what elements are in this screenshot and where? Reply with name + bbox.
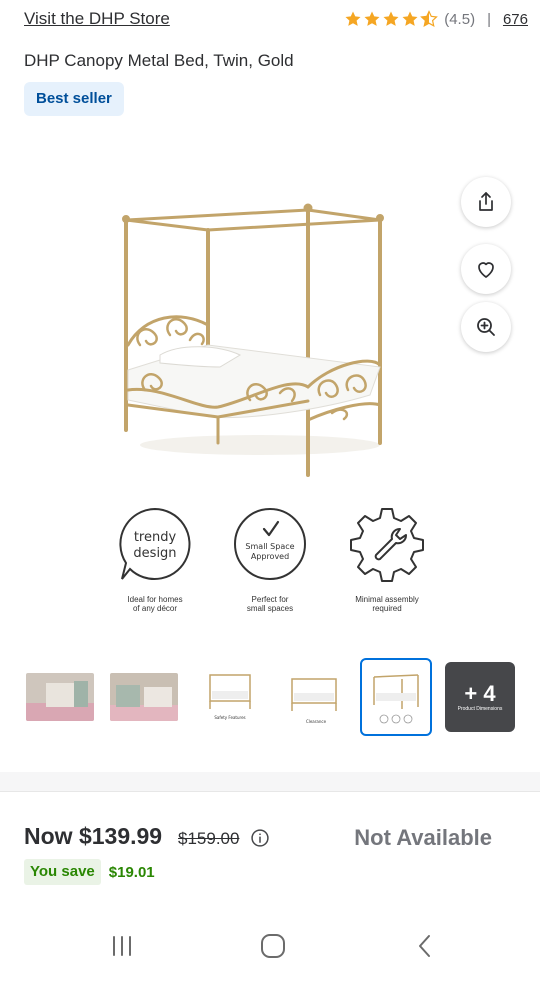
thumbnail-selected[interactable] bbox=[360, 658, 432, 736]
gear-wrench-icon bbox=[350, 508, 424, 582]
home-button[interactable] bbox=[258, 931, 288, 961]
zoom-in-icon bbox=[477, 318, 495, 336]
rating-value: (4.5) bbox=[444, 10, 476, 28]
favorite-button[interactable] bbox=[461, 244, 511, 294]
checkmark-badge-icon: Small Space Approved bbox=[234, 508, 306, 580]
feature-icon-text: Small Space bbox=[245, 542, 294, 551]
speech-bubble-icon: trendy design bbox=[119, 507, 191, 580]
thumbnail-image bbox=[26, 673, 94, 721]
thumbnail-caption: Clearance bbox=[306, 719, 327, 724]
feature-icons: trendy design Ideal for homes of any déco… bbox=[100, 505, 445, 620]
info-icon[interactable] bbox=[250, 828, 270, 848]
star-icon bbox=[364, 11, 380, 26]
thumbnail[interactable] bbox=[108, 658, 180, 736]
recent-apps-button[interactable] bbox=[107, 931, 137, 961]
feature-icon-text: design bbox=[133, 546, 176, 561]
star-half-icon bbox=[420, 10, 439, 27]
thumbnail-image: Safety Features bbox=[196, 667, 264, 727]
feature-small-space: Small Space Approved Perfect for small sp… bbox=[215, 505, 325, 613]
save-amount: $19.01 bbox=[108, 863, 155, 881]
rating-separator: | bbox=[487, 10, 491, 28]
star-icon bbox=[402, 11, 418, 26]
current-price: Now $139.99 bbox=[24, 823, 163, 849]
thumbnail[interactable] bbox=[24, 658, 96, 736]
was-price: $159.00 bbox=[178, 829, 240, 848]
star-icon bbox=[383, 11, 399, 26]
feature-caption: required bbox=[372, 604, 402, 613]
thumbnail-image bbox=[362, 667, 430, 727]
feature-caption: Minimal assembly bbox=[355, 595, 419, 604]
product-image[interactable] bbox=[100, 195, 400, 485]
star-icon bbox=[345, 11, 361, 26]
more-caption: Product Dimensions bbox=[457, 706, 503, 712]
back-icon bbox=[419, 935, 430, 957]
share-button[interactable] bbox=[461, 177, 511, 227]
top-row: Visit the DHP Store (4.5) | 676 bbox=[24, 8, 528, 32]
star-rating bbox=[344, 10, 439, 28]
back-button[interactable] bbox=[410, 931, 440, 961]
rating[interactable]: (4.5) | 676 bbox=[344, 8, 528, 30]
you-save-label: You save bbox=[24, 859, 101, 885]
review-count-link[interactable]: 676 bbox=[503, 11, 528, 28]
share-icon bbox=[479, 192, 493, 211]
feature-icon-text: trendy bbox=[134, 530, 177, 545]
thumbnail-image: Clearance bbox=[282, 667, 350, 727]
availability-status: Not Available bbox=[354, 825, 492, 850]
more-count: + 4 bbox=[464, 681, 496, 706]
price-row: Now $139.99 $159.00 Not Available bbox=[24, 823, 528, 855]
thumbnail-clearance[interactable]: Clearance bbox=[280, 658, 352, 736]
feature-icon-text: Approved bbox=[251, 552, 289, 561]
feature-minimal-assembly: Minimal assembly required bbox=[332, 505, 442, 613]
thumbnail-strip: Safety Features Clearance + 4 Product Di… bbox=[24, 658, 518, 738]
feature-caption: small spaces bbox=[246, 604, 294, 613]
best-seller-badge: Best seller bbox=[24, 82, 124, 116]
thumbnail-image bbox=[110, 673, 178, 721]
feature-caption: of any décor bbox=[132, 604, 178, 613]
thumbnail-caption: Safety Features bbox=[214, 715, 245, 720]
section-divider bbox=[0, 772, 540, 792]
more-thumbnails-button[interactable]: + 4 Product Dimensions bbox=[445, 662, 515, 732]
recent-apps-icon bbox=[113, 936, 131, 956]
feature-caption: Ideal for homes bbox=[127, 595, 183, 604]
feature-caption: Perfect for bbox=[251, 595, 289, 604]
system-navigation-bar bbox=[0, 915, 540, 975]
thumbnail-safety-features[interactable]: Safety Features bbox=[194, 658, 266, 736]
product-title: DHP Canopy Metal Bed, Twin, Gold bbox=[24, 51, 294, 70]
home-icon bbox=[261, 934, 285, 958]
zoom-button[interactable] bbox=[461, 302, 511, 352]
heart-icon bbox=[478, 262, 494, 278]
feature-trendy-design: trendy design Ideal for homes of any déco… bbox=[100, 505, 210, 613]
savings-row: You save $19.01 bbox=[24, 859, 155, 885]
visit-store-link[interactable]: Visit the DHP Store bbox=[24, 8, 170, 30]
